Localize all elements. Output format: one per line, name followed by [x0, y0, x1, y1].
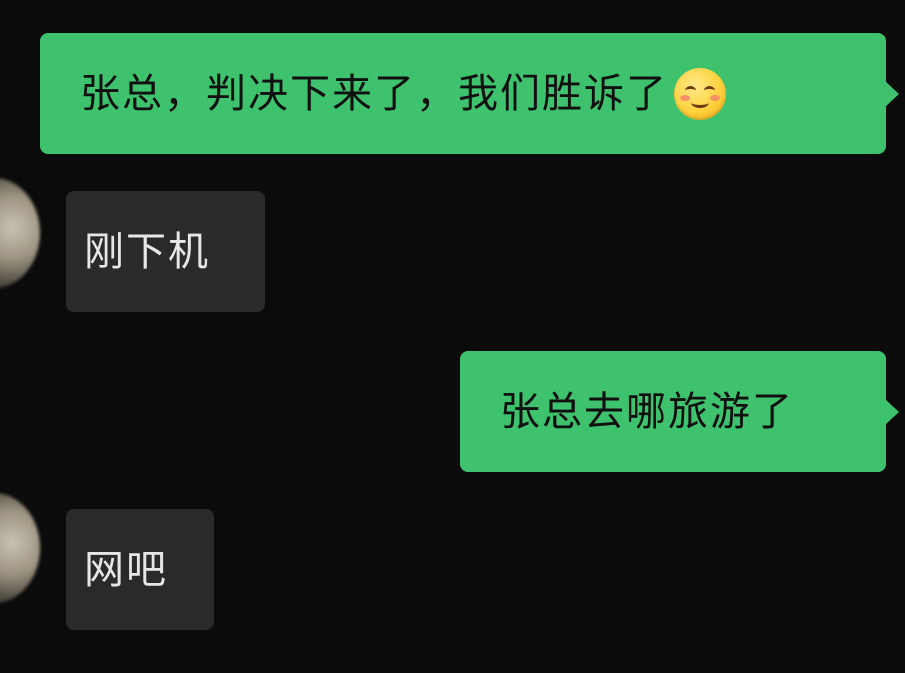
message-text: 刚下机 — [84, 228, 210, 275]
message-text: 张总，判决下来了，我们胜诉了 — [80, 70, 668, 117]
message-text: 网吧 — [84, 546, 168, 593]
message-text: 张总去哪旅游了 — [500, 388, 794, 435]
chat-window: 张总，判决下来了，我们胜诉了 刚下机 张总去哪旅游了 网吧 — [0, 0, 905, 673]
contact-avatar[interactable] — [0, 493, 40, 603]
smiling-face-icon — [674, 67, 726, 120]
contact-avatar[interactable] — [0, 178, 40, 288]
message-bubble-incoming[interactable]: 网吧 — [66, 509, 214, 630]
message-bubble-outgoing[interactable]: 张总，判决下来了，我们胜诉了 — [40, 33, 899, 154]
message-bubble-incoming[interactable]: 刚下机 — [66, 191, 265, 312]
message-bubble-outgoing[interactable]: 张总去哪旅游了 — [460, 351, 899, 472]
bubble-tail — [885, 80, 899, 107]
bubble-tail — [885, 398, 899, 425]
